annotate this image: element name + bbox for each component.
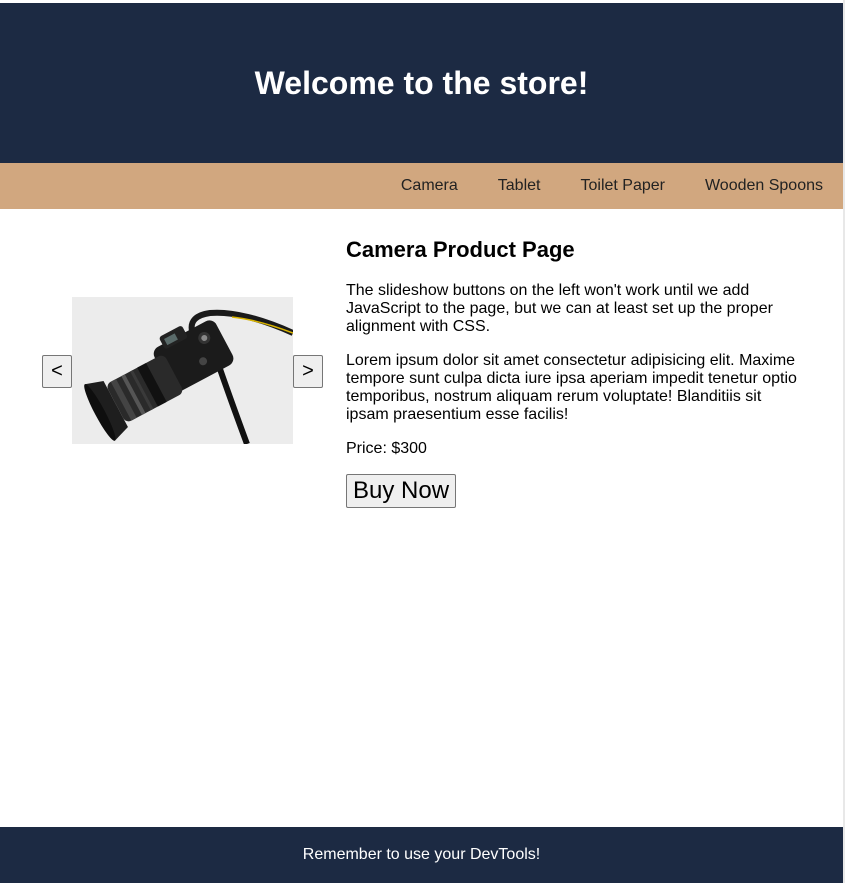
nav-item-wooden-spoons[interactable]: Wooden Spoons <box>705 177 823 195</box>
page-title: Welcome to the store! <box>254 64 589 101</box>
next-slide-button[interactable]: > <box>293 355 323 388</box>
main-nav: Camera Tablet Toilet Paper Wooden Spoons <box>0 163 843 209</box>
nav-item-camera[interactable]: Camera <box>401 177 458 195</box>
buy-now-button[interactable]: Buy Now <box>346 474 457 508</box>
nav-item-toilet-paper[interactable]: Toilet Paper <box>580 177 665 195</box>
nav-item-tablet[interactable]: Tablet <box>498 177 541 195</box>
product-price: Price: $300 <box>346 440 427 457</box>
slideshow: < > <box>42 297 323 444</box>
product-description-1: The slideshow buttons on the left won't … <box>346 282 773 335</box>
prev-slide-button[interactable]: < <box>42 355 72 388</box>
product-content: Camera Product Page The slideshow button… <box>346 237 806 508</box>
page: Welcome to the store! Camera Tablet Toil… <box>0 0 845 883</box>
product-description-2: Lorem ipsum dolor sit amet consectetur a… <box>346 352 797 423</box>
camera-photo-icon <box>72 297 293 444</box>
product-title: Camera Product Page <box>346 237 575 262</box>
product-image <box>72 297 293 444</box>
site-footer: Remember to use your DevTools! <box>0 827 843 883</box>
footer-text: Remember to use your DevTools! <box>302 846 541 863</box>
site-header: Welcome to the store! <box>0 3 843 163</box>
